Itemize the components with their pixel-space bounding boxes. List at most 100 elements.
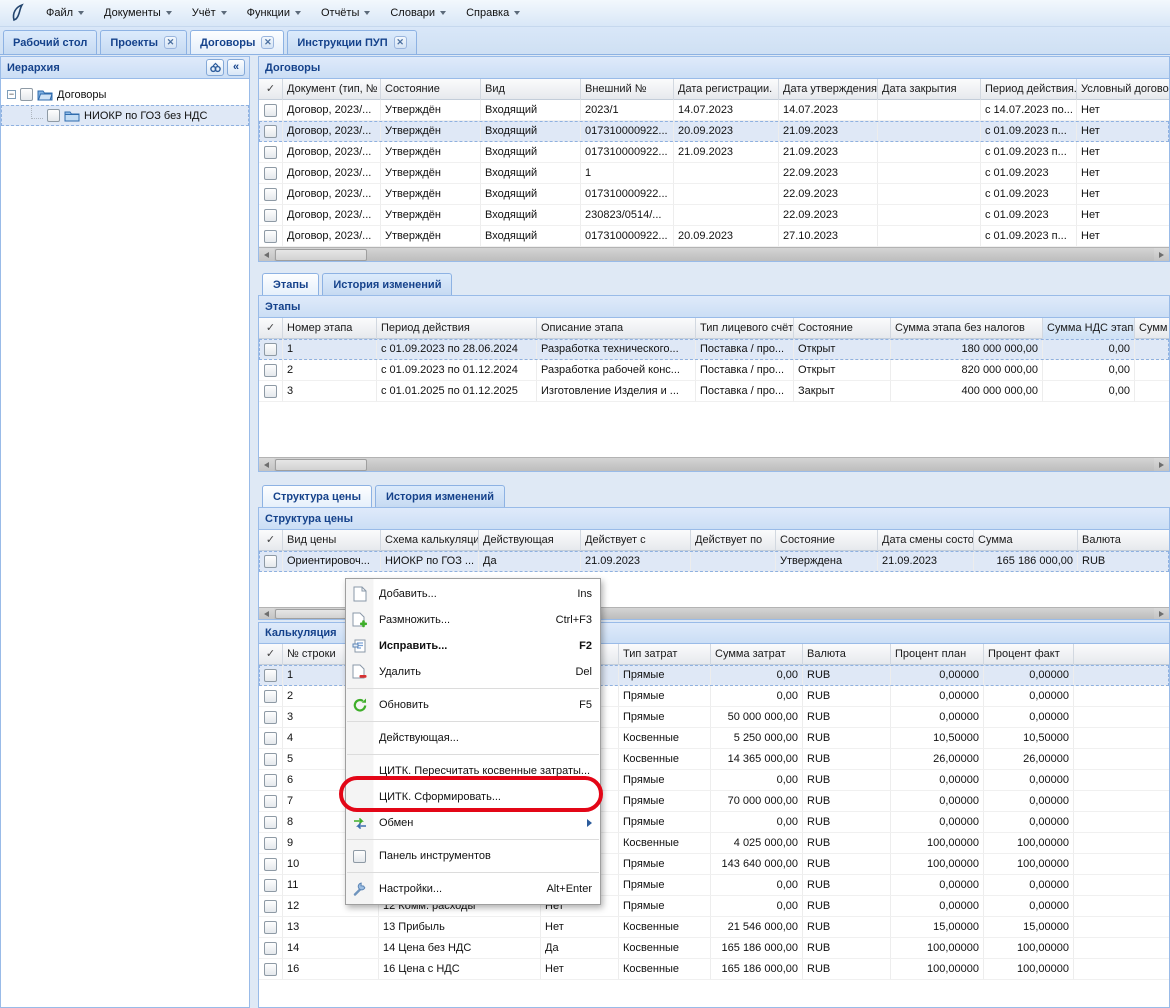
tab-projects[interactable]: Проекты✕ xyxy=(100,30,187,54)
column-header[interactable]: Описание этапа xyxy=(537,318,696,339)
menu-item-edit[interactable]: Исправить... F2 xyxy=(346,633,600,659)
column-header[interactable]: Процент факт xyxy=(984,644,1074,665)
column-header[interactable]: Вид цены xyxy=(283,530,381,551)
column-header[interactable]: ✓ xyxy=(259,644,283,665)
column-header[interactable]: ✓ xyxy=(259,530,283,551)
tab-close-icon[interactable]: ✕ xyxy=(261,36,274,49)
table-row[interactable]: 1414 Цена без НДСДаКосвенные165 186 000,… xyxy=(259,938,1169,959)
scroll-left-button[interactable] xyxy=(259,458,274,472)
row-checkbox[interactable] xyxy=(259,938,283,959)
table-row[interactable]: 1313 ПрибыльНетКосвенные21 546 000,00RUB… xyxy=(259,917,1169,938)
row-checkbox[interactable] xyxy=(259,686,283,707)
menu-item-exchange[interactable]: Обмен xyxy=(346,810,600,836)
row-checkbox[interactable] xyxy=(259,959,283,980)
tab-close-icon[interactable]: ✕ xyxy=(394,36,407,49)
row-checkbox[interactable] xyxy=(259,142,283,163)
tab-pup-instructions[interactable]: Инструкции ПУП✕ xyxy=(287,30,416,54)
column-header[interactable]: Валюта xyxy=(803,644,891,665)
column-header[interactable]: Сумма xyxy=(974,530,1078,551)
column-header[interactable]: Период действия xyxy=(377,318,537,339)
scroll-right-button[interactable] xyxy=(1154,248,1169,262)
table-row[interactable]: 1616 Цена с НДСНетКосвенные165 186 000,0… xyxy=(259,959,1169,980)
column-header[interactable]: Внешний № xyxy=(581,79,674,100)
row-checkbox[interactable] xyxy=(259,381,283,402)
column-header[interactable]: Действует по xyxy=(691,530,776,551)
column-header[interactable]: Валюта xyxy=(1078,530,1170,551)
menu-item-toolbar-toggle[interactable]: Панель инструментов xyxy=(346,843,600,869)
menu-documents[interactable]: Документы xyxy=(94,3,182,23)
tab-stages[interactable]: Этапы xyxy=(262,273,319,295)
column-header[interactable]: Дата утверждения xyxy=(779,79,878,100)
tree-item-niokr[interactable]: НИОКР по ГОЗ без НДС xyxy=(1,105,249,126)
menu-item-settings[interactable]: Настройки... Alt+Enter xyxy=(346,876,600,902)
menu-item-refresh[interactable]: Обновить F5 xyxy=(346,692,600,718)
column-header[interactable]: Номер этапа xyxy=(283,318,377,339)
horizontal-scrollbar[interactable] xyxy=(259,247,1169,261)
column-header[interactable]: Состояние xyxy=(776,530,878,551)
row-checkbox[interactable] xyxy=(259,184,283,205)
column-header[interactable]: Тип затрат xyxy=(619,644,711,665)
scrollbar-thumb[interactable] xyxy=(275,249,367,261)
menu-dictionaries[interactable]: Словари xyxy=(380,3,456,23)
column-header[interactable] xyxy=(1074,644,1170,665)
menu-functions[interactable]: Функции xyxy=(237,3,311,23)
menu-item-duplicate[interactable]: Размножить... Ctrl+F3 xyxy=(346,607,600,633)
row-checkbox[interactable] xyxy=(259,812,283,833)
tree-checkbox[interactable] xyxy=(20,88,33,101)
row-checkbox[interactable] xyxy=(259,339,283,360)
scroll-left-button[interactable] xyxy=(259,608,274,620)
menu-item-add[interactable]: Добавить... Ins xyxy=(346,581,600,607)
column-header[interactable]: Процент план xyxy=(891,644,984,665)
column-header[interactable]: Схема калькуляци xyxy=(381,530,479,551)
column-header[interactable]: Состояние xyxy=(794,318,891,339)
column-header[interactable]: Вид xyxy=(481,79,581,100)
table-row[interactable]: Договор, 2023/...УтверждёнВходящий2023/1… xyxy=(259,100,1169,121)
column-header[interactable]: Тип лицевого счёт xyxy=(696,318,794,339)
menu-reports[interactable]: Отчёты xyxy=(311,3,380,23)
tab-price-history[interactable]: История изменений xyxy=(375,485,505,507)
tab-contracts[interactable]: Договоры✕ xyxy=(190,30,284,54)
row-checkbox[interactable] xyxy=(259,205,283,226)
menu-help[interactable]: Справка xyxy=(456,3,530,23)
menu-file[interactable]: Файл xyxy=(36,3,94,23)
table-row[interactable]: 2с 01.09.2023 по 01.12.2024Разработка ра… xyxy=(259,360,1169,381)
row-checkbox[interactable] xyxy=(259,833,283,854)
tab-price-structure[interactable]: Структура цены xyxy=(262,485,372,507)
tree-checkbox[interactable] xyxy=(47,109,60,122)
row-checkbox[interactable] xyxy=(259,707,283,728)
column-header[interactable]: Период действия.. xyxy=(981,79,1077,100)
scrollbar-thumb[interactable] xyxy=(275,459,367,471)
column-header[interactable]: Сумма НДС этапа xyxy=(1043,318,1135,339)
table-row[interactable]: Договор, 2023/...УтверждёнВходящий230823… xyxy=(259,205,1169,226)
table-row[interactable]: Договор, 2023/...УтверждёнВходящий017310… xyxy=(259,226,1169,247)
table-row[interactable]: Ориентировоч...НИОКР по ГОЗ ...Да21.09.2… xyxy=(259,551,1169,572)
row-checkbox[interactable] xyxy=(259,360,283,381)
column-header[interactable]: ✓ xyxy=(259,79,283,100)
table-row[interactable]: Договор, 2023/...УтверждёнВходящий017310… xyxy=(259,121,1169,142)
column-header[interactable]: Сумма затрат xyxy=(711,644,803,665)
column-header[interactable]: Документ (тип, № xyxy=(283,79,381,100)
column-header[interactable]: Условный догово xyxy=(1077,79,1170,100)
table-row[interactable]: Договор, 2023/...УтверждёнВходящий122.09… xyxy=(259,163,1169,184)
table-row[interactable]: Договор, 2023/...УтверждёнВходящий017310… xyxy=(259,142,1169,163)
row-checkbox[interactable] xyxy=(259,728,283,749)
row-checkbox[interactable] xyxy=(259,896,283,917)
tab-close-icon[interactable]: ✕ xyxy=(164,36,177,49)
table-row[interactable]: Договор, 2023/...УтверждёнВходящий017310… xyxy=(259,184,1169,205)
column-header[interactable]: Действующая xyxy=(479,530,581,551)
scroll-left-button[interactable] xyxy=(259,248,274,262)
column-header[interactable]: Дата закрытия xyxy=(878,79,981,100)
column-header[interactable]: Действует с xyxy=(581,530,691,551)
column-header[interactable]: Дата регистрации. xyxy=(674,79,779,100)
row-checkbox[interactable] xyxy=(259,665,283,686)
column-header[interactable]: Сумм xyxy=(1135,318,1170,339)
find-button[interactable] xyxy=(206,59,224,76)
tree-item-contracts[interactable]: − Договоры xyxy=(1,84,249,105)
row-checkbox[interactable] xyxy=(259,226,283,247)
table-row[interactable]: 3с 01.01.2025 по 01.12.2025Изготовление … xyxy=(259,381,1169,402)
horizontal-scrollbar[interactable] xyxy=(259,457,1169,471)
row-checkbox[interactable] xyxy=(259,875,283,896)
row-checkbox[interactable] xyxy=(259,770,283,791)
column-header[interactable]: ✓ xyxy=(259,318,283,339)
scroll-right-button[interactable] xyxy=(1154,458,1169,472)
